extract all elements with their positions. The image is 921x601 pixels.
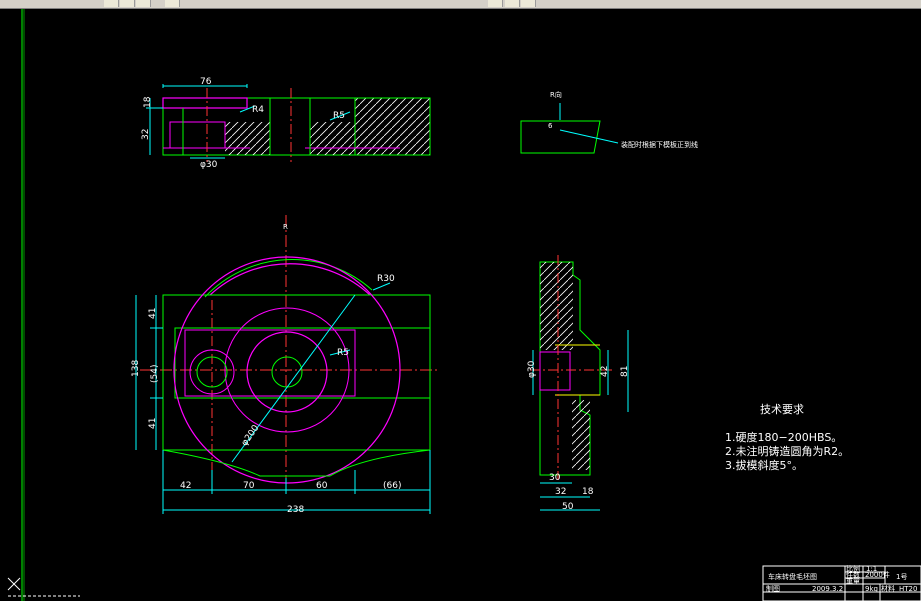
- material-label: 材料: [881, 584, 895, 593]
- toolbar-button[interactable]: [488, 0, 503, 7]
- leader-note: 装配时根据下模板正到线: [621, 140, 698, 149]
- dim-side-32: 32: [555, 487, 566, 497]
- requirement-3: 3.拔模斜度5°。: [725, 458, 803, 472]
- dim-side-42: 42: [600, 366, 610, 377]
- weight-value: 9kg: [865, 585, 878, 593]
- dim-top-R4: R4: [252, 105, 264, 115]
- dim-138: 138: [131, 360, 141, 377]
- toolbar-button[interactable]: [165, 0, 180, 7]
- dim-R5: R5: [337, 348, 349, 358]
- toolbar: [0, 0, 921, 9]
- side-section-view: [530, 255, 629, 511]
- dim-top-76: 76: [200, 77, 212, 87]
- count-value: 2000件: [865, 570, 890, 579]
- dim-top-R5: R5: [333, 111, 345, 121]
- toolbar-button[interactable]: [136, 0, 151, 7]
- dim-66: (66): [383, 481, 401, 491]
- dim-top-phi30: φ30: [200, 160, 218, 170]
- requirement-2: 2.未注明铸造圆角为R2。: [725, 444, 849, 458]
- r-direction-view: [520, 103, 619, 154]
- dim-side-50: 50: [562, 502, 574, 512]
- toolbar-button[interactable]: [104, 0, 119, 7]
- dim-top-32: 32: [141, 129, 151, 140]
- title-block: [762, 565, 921, 601]
- cad-drawing-canvas[interactable]: 76 18 32 φ30 R4 R5 R向 6 装配时根据下模板正到线 R R3…: [0, 9, 921, 601]
- date-value: 2009.3.2: [812, 585, 843, 593]
- r-view-arrow-label: R: [283, 223, 288, 231]
- dim-41-top: 41: [148, 308, 158, 319]
- dim-side-81: 81: [620, 366, 630, 377]
- r-direction-label: R向: [550, 90, 562, 99]
- dim-side-18: 18: [582, 487, 594, 497]
- dim-42: 42: [180, 481, 191, 491]
- dim-R30: R30: [377, 274, 395, 284]
- sheet-number: 1号: [896, 573, 907, 581]
- dim-side-phi30: φ30: [527, 360, 537, 378]
- dim-238: 238: [287, 505, 304, 515]
- requirement-1: 1.硬度180−200HBS。: [725, 430, 842, 444]
- material-value: HT20: [899, 585, 917, 593]
- dim-top-18: 18: [143, 96, 153, 108]
- ucs-icon: [7, 577, 80, 597]
- main-plan-view: [135, 215, 440, 514]
- part-name: 车床转盘毛坯图: [768, 572, 817, 581]
- top-section-view: [146, 84, 431, 162]
- requirements-title: 技术要求: [760, 403, 804, 416]
- dim-54: (54): [150, 365, 160, 383]
- toolbar-button[interactable]: [120, 0, 135, 7]
- toolbar-button[interactable]: [505, 0, 520, 7]
- dim-70: 70: [243, 481, 255, 491]
- toolbar-button[interactable]: [521, 0, 536, 7]
- dim-depth-6: 6: [548, 122, 553, 130]
- dim-60: 60: [316, 481, 328, 491]
- dim-41-bottom: 41: [148, 418, 158, 429]
- dim-side-30: 30: [549, 473, 561, 483]
- weight-label: 重量: [846, 577, 860, 585]
- draw-label: 制图: [766, 584, 780, 593]
